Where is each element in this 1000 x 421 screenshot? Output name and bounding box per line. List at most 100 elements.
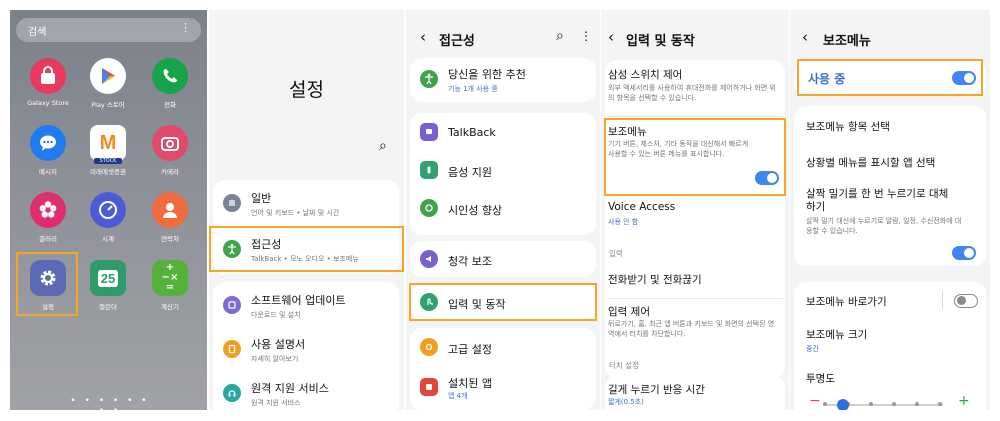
back-button[interactable]: ‹ xyxy=(420,28,426,46)
item-talkback[interactable]: TalkBack xyxy=(410,113,596,151)
item-assistant-shortcut[interactable]: 보조메뉴 바로가기 xyxy=(794,285,986,315)
item-title: 보조메뉴 바로가기 xyxy=(806,296,887,308)
opacity-increase-button[interactable]: + xyxy=(958,393,970,409)
item-tap-instead-swipe[interactable]: 살짝 밀기를 한 번 누르기로 대체하기 살짝 밀기 대신에 누르기로 알람, … xyxy=(794,180,986,264)
home-screen: 검색 ⋮ Galaxy Store Play 스토어 전화 메시지 M STOC… xyxy=(10,10,207,410)
item-title: 전화받기 및 전화끊기 xyxy=(608,274,702,286)
camera-icon xyxy=(152,125,188,161)
item-subtitle: 앱 4개 xyxy=(448,392,468,400)
item-select-menu-items[interactable]: 보조메뉴 항목 선택 xyxy=(794,108,986,142)
assistant-shortcut-toggle[interactable] xyxy=(954,294,978,308)
item-assistant-menu[interactable]: 보조메뉴 기기 버튼, 제스처, 기타 동작을 대신해서 빠르게 사용할 수 있… xyxy=(605,118,785,192)
item-switch-control[interactable]: 삼성 스위치 제어 외부 액세서리를 사용하여 휴대전화를 제어하거나 화면 위… xyxy=(605,60,785,114)
item-title: 소프트웨어 업데이트 xyxy=(251,294,346,307)
opacity-slider[interactable] xyxy=(823,399,943,410)
more-options-icon[interactable]: ⋮ xyxy=(580,29,592,43)
slider-tick xyxy=(823,402,827,406)
in-use-label: 사용 중 xyxy=(808,72,846,86)
item-title: 입력 및 동작 xyxy=(448,298,506,311)
section-header-input: 입력 xyxy=(609,249,623,258)
page-title: 입력 및 동작 xyxy=(626,34,695,49)
item-voice-support[interactable]: 음성 지원 xyxy=(410,151,596,189)
tap-instead-swipe-toggle[interactable] xyxy=(952,246,976,260)
app-settings[interactable]: 설정 xyxy=(18,260,78,311)
item-long-press-delay[interactable]: 길게 누르기 반응 시간 짧게(0.5초) xyxy=(605,376,785,410)
assistant-menu-toggle[interactable] xyxy=(755,171,779,185)
item-value: 짧게(0.5초) xyxy=(608,398,644,406)
input-card: 입력 및 동작 xyxy=(410,284,596,320)
search-placeholder: 검색 xyxy=(28,27,47,38)
settings-item-general[interactable]: 일반 언어 및 키보드 • 날짜 및 시간 xyxy=(213,182,399,226)
page-title: 설정 xyxy=(289,79,324,101)
back-button[interactable]: ‹ xyxy=(608,28,614,46)
software-update-icon xyxy=(223,296,241,314)
app-messages[interactable]: 메시지 xyxy=(18,125,78,176)
app-label: 미래에셋증권 xyxy=(90,168,126,176)
item-title: Voice Access xyxy=(608,201,676,213)
app-mirae-asset[interactable]: M STOCK 미래에셋증권 xyxy=(78,125,138,176)
search-icon[interactable]: ⌕ xyxy=(556,28,564,44)
settings-item-manual[interactable]: 사용 설명서 자세히 알아보기 xyxy=(213,328,399,372)
item-input-interaction[interactable]: 입력 및 동작 xyxy=(410,284,596,320)
app-camera[interactable]: 카메라 xyxy=(140,125,200,176)
item-title: 접근성 xyxy=(251,238,282,251)
item-title: 삼성 스위치 제어 xyxy=(608,69,683,81)
app-label: 연락처 xyxy=(161,235,179,243)
item-visibility[interactable]: 시인성 향상 xyxy=(410,189,596,227)
item-advanced-settings[interactable]: 고급 설정 xyxy=(410,328,596,366)
app-gallery[interactable]: 갤러리 xyxy=(18,192,78,243)
app-clock[interactable]: 시계 xyxy=(78,192,138,243)
item-title: 투명도 xyxy=(806,373,835,385)
item-voice-access[interactable]: Voice Access 사용 안 함 xyxy=(605,198,785,234)
assistant-menu-master-toggle[interactable] xyxy=(952,71,976,85)
more-options-icon[interactable]: ⋮ xyxy=(180,21,191,34)
recommend-card[interactable]: 당신을 위한 추천 기능 1개 사용 중 xyxy=(410,58,596,102)
accessibility-icon xyxy=(223,240,241,258)
item-title: 사용 설명서 xyxy=(251,338,306,351)
item-installed-apps[interactable]: 설치된 앱 앱 4개 xyxy=(410,368,596,410)
app-play-store[interactable]: Play 스토어 xyxy=(78,58,138,109)
divider xyxy=(607,298,783,299)
page-title: 보조메뉴 xyxy=(823,34,871,49)
settings-item-accessibility[interactable]: 접근성 TalkBack • 모노 오디오 • 보조메뉴 xyxy=(213,228,399,272)
app-label: 카메라 xyxy=(161,168,179,176)
item-description: 뒤로가기, 홈, 최근 앱 버튼과 키보드 및 화면의 선택된 영역에서 터치를… xyxy=(608,320,775,338)
item-title: 살짝 밀기를 한 번 누르기로 대체하기 xyxy=(806,188,949,213)
settings-gear-icon xyxy=(30,260,66,296)
app-label: 캘린더 xyxy=(99,303,117,311)
app-calendar[interactable]: 25 캘린더 xyxy=(78,260,138,311)
item-assistant-size[interactable]: 보조메뉴 크기 중간 xyxy=(794,320,986,360)
app-calculator[interactable]: +−×= 계산기 xyxy=(140,260,200,311)
calendar-day: 25 xyxy=(97,269,119,287)
item-description: 기기 버튼, 제스처, 기타 동작을 대신해서 빠르게 사용할 수 있는 버튼 … xyxy=(608,140,749,158)
divider xyxy=(607,116,783,117)
home-search-bar[interactable]: 검색 ⋮ xyxy=(16,18,201,42)
settings-item-remote-support[interactable]: 원격 지원 서비스 원격 지원 서비스 xyxy=(213,372,399,410)
back-button[interactable]: ‹ xyxy=(802,28,808,46)
input-interaction-icon xyxy=(420,293,438,311)
opacity-decrease-button[interactable]: − xyxy=(809,393,821,409)
item-hearing[interactable]: 청각 보조 xyxy=(410,241,596,277)
item-input-control[interactable]: 입력 제어 뒤로가기, 홈, 최근 앱 버튼과 키보드 및 화면의 선택된 영역… xyxy=(605,300,785,354)
slider-tick xyxy=(938,402,942,406)
in-use-card[interactable]: 사용 중 xyxy=(794,60,986,96)
item-title: 보조메뉴 항목 선택 xyxy=(806,121,890,133)
app-phone[interactable]: 전화 xyxy=(140,58,200,109)
app-label: 갤러리 xyxy=(39,235,57,243)
talkback-icon xyxy=(420,123,438,141)
item-subtitle: 기능 1개 사용 중 xyxy=(448,85,498,93)
item-select-apps[interactable]: 상황별 메뉴를 표시할 앱 선택 xyxy=(794,144,986,178)
slider-thumb[interactable] xyxy=(837,399,850,410)
recommend-row[interactable]: 당신을 위한 추천 기능 1개 사용 중 xyxy=(410,58,596,102)
item-value: 중간 xyxy=(806,345,819,353)
general-icon xyxy=(223,194,241,212)
app-label: 계산기 xyxy=(161,303,179,311)
app-galaxy-store[interactable]: Galaxy Store xyxy=(18,58,78,107)
search-icon[interactable]: ⌕ xyxy=(379,138,387,154)
app-contacts[interactable]: 연락처 xyxy=(140,192,200,243)
item-status: 사용 안 함 xyxy=(608,218,639,226)
settings-item-software-update[interactable]: 소프트웨어 업데이트 다운로드 및 설치 xyxy=(213,284,399,328)
item-title: 길게 누르기 반응 시간 xyxy=(608,384,705,396)
advanced-card: 고급 설정 설치된 앱 앱 4개 xyxy=(410,328,596,410)
item-answer-end-calls[interactable]: 전화받기 및 전화끊기 xyxy=(605,262,785,296)
